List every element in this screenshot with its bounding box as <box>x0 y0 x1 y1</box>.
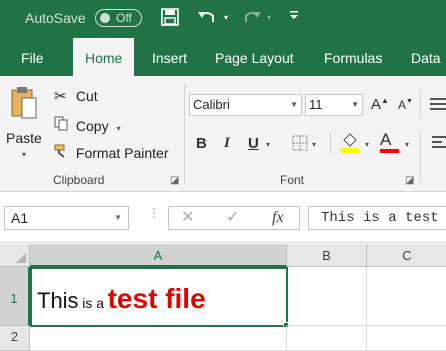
redo-dropdown-icon[interactable]: ▾ <box>267 8 271 28</box>
worksheet-grid: A B C 1 2 This is a test file <box>0 244 446 351</box>
paste-icon <box>10 86 38 123</box>
cell-c1[interactable] <box>367 267 446 326</box>
splitter-dots-icon[interactable]: ⋮ <box>148 207 160 219</box>
font-family-value: Calibri <box>193 97 230 112</box>
undo-dropdown-icon[interactable]: ▾ <box>224 8 228 28</box>
cancel-icon[interactable]: ✕ <box>181 207 194 229</box>
shrink-font-arrow-icon: ▼ <box>406 98 413 105</box>
cell-a1-text-red: test file <box>107 283 206 314</box>
font-color-button[interactable]: A <box>380 131 399 153</box>
font-color-dropdown-icon[interactable]: ▾ <box>405 140 409 149</box>
clipboard-launcher-icon[interactable]: ◪ <box>170 175 179 186</box>
brush-icon <box>54 144 72 161</box>
save-icon[interactable] <box>161 8 179 32</box>
grow-font-arrow-icon: ▲ <box>381 96 389 105</box>
cell-c2[interactable] <box>367 326 446 351</box>
enter-icon[interactable]: ✓ <box>226 207 239 229</box>
column-header-c[interactable]: C <box>367 244 446 267</box>
name-box-value: A1 <box>11 210 29 226</box>
chevron-down-icon: ▼ <box>351 100 359 109</box>
ribbon-separator <box>330 132 331 154</box>
row-header-1[interactable]: 1 <box>0 267 30 326</box>
tab-formulas[interactable]: Formulas <box>324 38 382 76</box>
redo-icon[interactable] <box>242 8 262 32</box>
name-box[interactable]: A1 ▼ <box>4 206 129 230</box>
customize-qat-icon[interactable] <box>289 8 299 30</box>
tab-data[interactable]: Data <box>411 38 441 76</box>
cell-a1[interactable]: This is a test file <box>30 267 288 327</box>
formula-actions: ✕ ✓ fx <box>168 206 300 230</box>
grow-font-button[interactable]: A▲ <box>371 96 389 113</box>
shrink-font-button[interactable]: A▼ <box>398 98 413 112</box>
clipboard-group-label: Clipboard <box>53 173 105 187</box>
format-painter-button[interactable]: Format Painter <box>54 144 168 161</box>
cell-b1[interactable] <box>287 267 367 326</box>
font-size-select[interactable]: 11 ▼ <box>305 94 363 116</box>
tab-home[interactable]: Home <box>73 38 135 76</box>
copy-dropdown-icon: ▾ <box>116 124 121 133</box>
tab-file[interactable]: File <box>21 38 44 76</box>
ribbon: Paste ▾ ✂ Cut Copy ▾ Format Painter Clip… <box>0 76 446 192</box>
scissors-icon: ✂ <box>54 88 67 105</box>
autosave-toggle[interactable]: Off <box>95 9 142 27</box>
autosave-state: Off <box>116 11 132 25</box>
undo-icon[interactable] <box>197 8 217 32</box>
formula-input[interactable]: This is a test <box>308 206 446 230</box>
toggle-knob <box>100 13 110 23</box>
font-color-icon: A <box>380 130 392 149</box>
font-group-label: Font <box>280 173 305 187</box>
fill-color-dropdown-icon[interactable]: ▾ <box>365 140 369 149</box>
group-separator <box>420 132 421 182</box>
cut-label: Cut <box>75 88 98 104</box>
group-separator <box>184 84 185 184</box>
chevron-down-icon: ▼ <box>114 213 122 222</box>
tab-insert[interactable]: Insert <box>152 38 187 76</box>
paste-label: Paste <box>6 130 42 146</box>
insert-function-icon[interactable]: fx <box>272 207 284 229</box>
tab-page-layout[interactable]: Page Layout <box>215 38 294 76</box>
borders-dropdown-icon[interactable]: ▾ <box>312 140 316 149</box>
autosave-label: AutoSave <box>25 10 86 26</box>
title-bar: AutoSave Off ▾ ▾ <box>0 0 446 38</box>
italic-button[interactable]: I <box>224 135 230 152</box>
underline-button[interactable]: U <box>248 135 259 152</box>
align-top-icon[interactable] <box>430 96 446 115</box>
format-painter-label: Format Painter <box>75 145 169 161</box>
chevron-down-icon: ▼ <box>290 100 298 109</box>
fill-color-icon[interactable] <box>340 132 360 157</box>
cut-button[interactable]: ✂ Cut <box>54 87 98 105</box>
cell-a2[interactable] <box>30 326 287 351</box>
row-header-2[interactable]: 2 <box>0 326 30 351</box>
font-family-select[interactable]: Calibri ▼ <box>189 94 302 116</box>
cell-b2[interactable] <box>287 326 367 351</box>
ribbon-tabs: File Home Insert Page Layout Formulas Da… <box>0 38 446 76</box>
font-size-value: 11 <box>309 97 323 112</box>
paste-dropdown-icon: ▾ <box>22 150 27 159</box>
cell-a1-text-large: This <box>37 288 79 313</box>
underline-dropdown-icon[interactable]: ▾ <box>266 140 270 149</box>
borders-icon[interactable] <box>292 135 308 154</box>
select-all-button[interactable] <box>0 244 30 267</box>
ribbon-separator <box>420 90 421 118</box>
font-launcher-icon[interactable]: ◪ <box>405 175 414 186</box>
grow-font-icon: A <box>371 96 382 113</box>
cell-a1-text-small: is a <box>82 295 104 311</box>
cell-a1-content: This is a test file <box>37 283 206 315</box>
shrink-font-icon: A <box>398 98 407 112</box>
select-all-icon <box>16 253 26 263</box>
column-header-a[interactable]: A <box>30 244 287 267</box>
paste-button[interactable]: Paste ▾ <box>4 86 48 166</box>
copy-label: Copy <box>75 118 109 134</box>
align-left-icon[interactable] <box>432 134 446 153</box>
formula-bar: A1 ▼ ⋮ ✕ ✓ fx This is a test <box>0 193 446 243</box>
column-header-b[interactable]: B <box>287 244 367 267</box>
copy-button[interactable]: Copy ▾ <box>54 116 120 134</box>
copy-icon <box>54 116 72 134</box>
bold-button[interactable]: B <box>196 135 207 152</box>
font-color-swatch <box>380 149 399 153</box>
